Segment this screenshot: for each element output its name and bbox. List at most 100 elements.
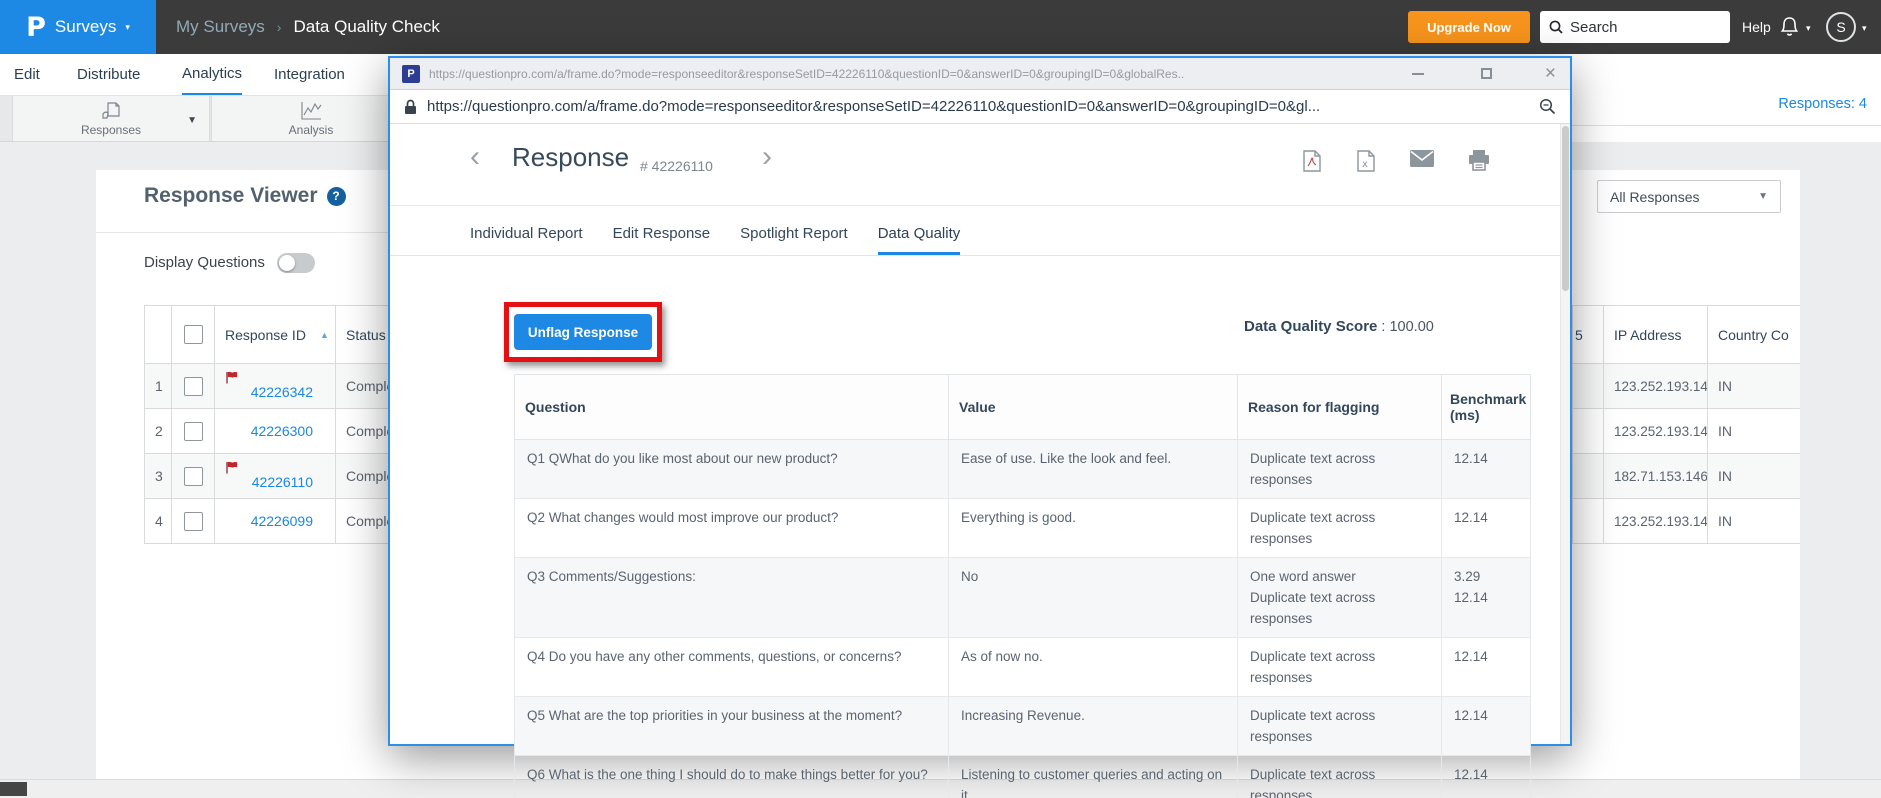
- benchmark-cell: 12.14: [1441, 755, 1531, 798]
- previous-response-icon[interactable]: ‹: [470, 140, 480, 174]
- table-row[interactable]: 123.252.193.148 IN: [1572, 408, 1800, 454]
- table-row: Q1 QWhat do you like most about our new …: [514, 439, 1531, 499]
- help-icon[interactable]: ?: [326, 186, 346, 206]
- value-cell: Ease of use. Like the look and feel.: [948, 439, 1238, 499]
- avatar-chevron-down-icon[interactable]: ▾: [1862, 23, 1867, 34]
- breadcrumb: My Surveys › Data Quality Check: [176, 0, 440, 54]
- analysis-tool-button[interactable]: Analysis ▼: [211, 96, 411, 141]
- print-icon[interactable]: [1468, 150, 1490, 173]
- table-row[interactable]: 123.252.193.148 IN: [1572, 363, 1800, 409]
- response-id-cell[interactable]: 42226099: [214, 498, 336, 544]
- country-cell: IN: [1707, 453, 1800, 499]
- nav-distribute[interactable]: Distribute: [77, 54, 140, 95]
- reason-cell: One word answer Duplicate text across res…: [1237, 557, 1442, 638]
- pdf-export-icon[interactable]: [1302, 150, 1322, 173]
- breadcrumb-my-surveys[interactable]: My Surveys: [176, 17, 265, 37]
- question-cell: Q4 Do you have any other comments, quest…: [514, 637, 949, 697]
- search-input[interactable]: [1570, 18, 1710, 36]
- bell-chevron-down-icon[interactable]: ▾: [1806, 23, 1811, 34]
- tab-individual-report[interactable]: Individual Report: [470, 225, 583, 255]
- ip-address-header[interactable]: IP Address: [1603, 305, 1708, 364]
- responses-count[interactable]: Responses: 4: [1778, 96, 1867, 112]
- country-cell: IN: [1707, 363, 1800, 409]
- country-cell: IN: [1707, 498, 1800, 544]
- all-responses-dropdown[interactable]: All Responses ▼: [1597, 180, 1781, 213]
- question-cell: Q5 What are the top priorities in your b…: [514, 696, 949, 756]
- sort-asc-icon[interactable]: ▲: [320, 330, 329, 340]
- ip-cell: 123.252.193.148: [1603, 408, 1708, 454]
- value-cell: As of now no.: [948, 637, 1238, 697]
- search-box[interactable]: [1540, 11, 1730, 43]
- minimize-icon[interactable]: [1411, 72, 1424, 75]
- nav-edit[interactable]: Edit: [14, 54, 40, 95]
- red-highlight-annotation: Unflag Response: [504, 302, 662, 362]
- table-row: Q6 What is the one thing I should do to …: [514, 755, 1531, 798]
- row-number: 3: [144, 453, 172, 499]
- nav-integration[interactable]: Integration: [274, 54, 345, 95]
- unflag-response-button[interactable]: Unflag Response: [514, 314, 652, 350]
- value-header: Value: [948, 374, 1238, 440]
- question-cell: Q2 What changes would most improve our p…: [514, 498, 949, 558]
- country-code-header[interactable]: Country Co: [1707, 305, 1800, 364]
- window-title-url: https://questionpro.com/a/frame.do?mode=…: [429, 66, 1185, 81]
- row-checkbox[interactable]: [183, 511, 203, 531]
- maximize-icon[interactable]: [1480, 68, 1492, 79]
- table-row: Q3 Comments/Suggestions: No One word ans…: [514, 557, 1531, 638]
- analysis-chart-icon: [298, 100, 324, 122]
- response-id-header[interactable]: Response ID ▲: [214, 305, 336, 364]
- help-link[interactable]: Help: [1742, 0, 1771, 54]
- checkbox-cell: [171, 498, 215, 544]
- zoom-search-icon[interactable]: [1539, 98, 1556, 115]
- scrollbar-thumb[interactable]: [1562, 126, 1569, 291]
- table-row[interactable]: 182.71.153.146 IN: [1572, 453, 1800, 499]
- value-cell: Increasing Revenue.: [948, 696, 1238, 756]
- product-name: Surveys: [54, 17, 117, 36]
- notifications-bell-icon[interactable]: [1779, 16, 1800, 38]
- vertical-scrollbar[interactable]: [1560, 124, 1570, 744]
- upgrade-now-button[interactable]: Upgrade Now: [1408, 11, 1530, 43]
- reason-cell: Duplicate text across responses: [1237, 755, 1442, 798]
- nav-analytics[interactable]: Analytics: [182, 54, 243, 95]
- value-cell: Listening to customer queries and acting…: [948, 755, 1238, 798]
- avatar[interactable]: S: [1826, 12, 1856, 42]
- row-checkbox[interactable]: [183, 466, 203, 486]
- display-questions-toggle[interactable]: [277, 253, 315, 273]
- question-header: Question: [514, 374, 949, 440]
- excel-export-icon[interactable]: x: [1356, 150, 1376, 173]
- table-row: Q4 Do you have any other comments, quest…: [514, 637, 1531, 697]
- select-all-checkbox[interactable]: [183, 325, 203, 344]
- reason-header: Reason for flagging: [1237, 374, 1442, 440]
- responses-tool-button[interactable]: Responses ▼: [12, 96, 210, 141]
- response-id-cell[interactable]: 42226110: [214, 453, 336, 499]
- chevron-down-icon: ▼: [1758, 191, 1768, 202]
- responses-table-right-columns: 5 IP Address Country Co 123.252.193.148 …: [1572, 305, 1800, 544]
- checkbox-cell: [171, 453, 215, 499]
- reason-cell: Duplicate text across responses: [1237, 439, 1442, 499]
- truncated-cell: [1572, 453, 1604, 499]
- horizontal-scrollbar-thumb[interactable]: [0, 782, 27, 796]
- row-checkbox[interactable]: [183, 376, 203, 396]
- next-response-icon[interactable]: ›: [762, 140, 772, 174]
- response-id-cell[interactable]: 42226300: [214, 408, 336, 454]
- address-url[interactable]: https://questionpro.com/a/frame.do?mode=…: [427, 98, 1529, 115]
- tab-spotlight-report[interactable]: Spotlight Report: [740, 225, 848, 255]
- email-icon[interactable]: [1410, 150, 1434, 173]
- responses-chevron-down-icon[interactable]: ▼: [187, 115, 197, 126]
- window-titlebar[interactable]: P https://questionpro.com/a/frame.do?mod…: [390, 58, 1570, 90]
- close-icon[interactable]: ×: [1545, 64, 1556, 83]
- response-title: Response: [512, 142, 630, 172]
- address-bar[interactable]: https://questionpro.com/a/frame.do?mode=…: [390, 90, 1570, 124]
- benchmark-cell: 12.14: [1441, 637, 1531, 697]
- surveys-menu[interactable]: P Surveys ▾: [0, 0, 156, 54]
- tab-edit-response[interactable]: Edit Response: [613, 225, 711, 255]
- response-editor-window: P https://questionpro.com/a/frame.do?mod…: [388, 56, 1572, 798]
- table-row[interactable]: 123.252.193.148 IN: [1572, 498, 1800, 544]
- response-id-cell[interactable]: 42226342: [214, 363, 336, 409]
- questionpro-mini-logo: P: [402, 64, 420, 83]
- divider: [1572, 125, 1881, 126]
- responses-count-strip: Responses: 4: [1572, 54, 1881, 142]
- tab-data-quality[interactable]: Data Quality: [877, 225, 961, 255]
- row-checkbox[interactable]: [183, 421, 203, 441]
- benchmark-cell: 12.14: [1441, 696, 1531, 756]
- search-icon: [1549, 20, 1563, 34]
